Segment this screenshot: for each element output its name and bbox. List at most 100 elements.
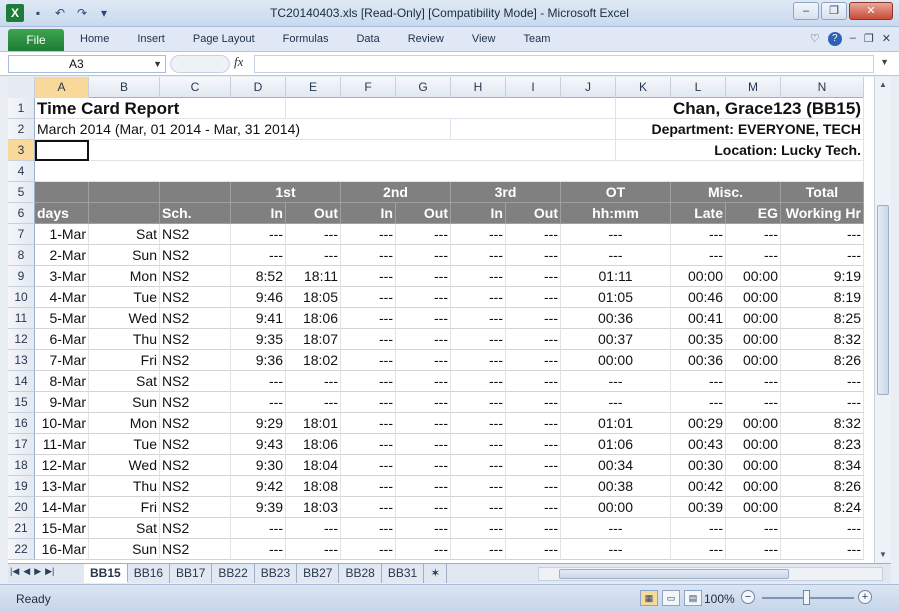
cell-eg[interactable]: --- xyxy=(726,245,781,266)
cell-in3[interactable]: --- xyxy=(451,434,506,455)
prev-sheet-icon[interactable]: ◀ xyxy=(23,566,30,577)
cell-date[interactable]: 16-Mar xyxy=(35,539,89,560)
cell-sch[interactable]: NS2 xyxy=(160,539,231,560)
cell-in3[interactable]: --- xyxy=(451,497,506,518)
column-header-m[interactable]: M xyxy=(726,77,781,98)
row-header[interactable]: 5 xyxy=(8,182,35,203)
cell-late[interactable]: --- xyxy=(671,539,726,560)
restore-button[interactable]: ❐ xyxy=(821,2,847,20)
row-header[interactable]: 18 xyxy=(8,455,35,476)
cell-sch[interactable]: NS2 xyxy=(160,455,231,476)
header-working-hr[interactable]: Working Hr xyxy=(781,203,864,224)
header-hhmm[interactable]: hh:mm xyxy=(561,203,671,224)
cell-late[interactable]: --- xyxy=(671,224,726,245)
chevron-down-icon[interactable]: ▼ xyxy=(153,56,162,72)
cell-out3[interactable]: --- xyxy=(506,266,561,287)
cell-out3[interactable]: --- xyxy=(506,371,561,392)
cell-ot[interactable]: --- xyxy=(561,539,671,560)
header-eg[interactable]: EG xyxy=(726,203,781,224)
cell-sch[interactable]: NS2 xyxy=(160,329,231,350)
cell-out1[interactable]: --- xyxy=(286,371,341,392)
row-header[interactable]: 22 xyxy=(8,539,35,560)
cell-out2[interactable]: --- xyxy=(396,287,451,308)
cell-late[interactable]: 00:29 xyxy=(671,413,726,434)
expand-formula-bar-icon[interactable]: ▼ xyxy=(880,57,889,67)
zoom-out-icon[interactable]: − xyxy=(741,590,755,604)
cell-day[interactable]: Wed xyxy=(89,455,160,476)
row-header[interactable]: 20 xyxy=(8,497,35,518)
cell-in1[interactable]: --- xyxy=(231,539,286,560)
cell-total[interactable]: 8:19 xyxy=(781,287,864,308)
cell-out3[interactable]: --- xyxy=(506,413,561,434)
cell-in2[interactable]: --- xyxy=(341,434,396,455)
cell-date[interactable]: 11-Mar xyxy=(35,434,89,455)
cell-total[interactable]: --- xyxy=(781,518,864,539)
row-header[interactable]: 4 xyxy=(8,161,35,182)
cell-late[interactable]: --- xyxy=(671,518,726,539)
cell-out2[interactable]: --- xyxy=(396,371,451,392)
cell-eg[interactable]: --- xyxy=(726,392,781,413)
column-header-d[interactable]: D xyxy=(231,77,286,98)
row-header[interactable]: 13 xyxy=(8,350,35,371)
cell-out1[interactable]: 18:06 xyxy=(286,434,341,455)
cell-ot[interactable]: --- xyxy=(561,224,671,245)
row-header[interactable]: 2 xyxy=(8,119,35,140)
header-out-1[interactable]: Out xyxy=(286,203,341,224)
cell-day[interactable]: Mon xyxy=(89,266,160,287)
sheet-tab[interactable]: BB22 xyxy=(212,564,255,583)
cell-eg[interactable]: --- xyxy=(726,518,781,539)
cell[interactable] xyxy=(286,98,616,119)
cell-eg[interactable]: 00:00 xyxy=(726,497,781,518)
column-header-k[interactable]: K xyxy=(616,77,671,98)
cell-sch[interactable]: NS2 xyxy=(160,308,231,329)
cell-in2[interactable]: --- xyxy=(341,497,396,518)
cell-ot[interactable]: --- xyxy=(561,392,671,413)
cell-eg[interactable]: --- xyxy=(726,539,781,560)
cell-date[interactable]: 2-Mar xyxy=(35,245,89,266)
cell-day[interactable]: Sat xyxy=(89,371,160,392)
row-header[interactable]: 6 xyxy=(8,203,35,224)
scroll-up-icon[interactable]: ▲ xyxy=(875,77,891,93)
page-layout-view-icon[interactable]: ▭ xyxy=(662,590,680,606)
cell-eg[interactable]: 00:00 xyxy=(726,455,781,476)
cell-day[interactable]: Sun xyxy=(89,392,160,413)
column-header-e[interactable]: E xyxy=(286,77,341,98)
cell-out2[interactable]: --- xyxy=(396,518,451,539)
cell-late[interactable]: --- xyxy=(671,371,726,392)
sheet-tab[interactable]: BB23 xyxy=(255,564,298,583)
cell-out3[interactable]: --- xyxy=(506,539,561,560)
cell-ot[interactable]: 00:00 xyxy=(561,350,671,371)
header-first[interactable]: 1st xyxy=(231,182,341,203)
cell-out3[interactable]: --- xyxy=(506,434,561,455)
cell-out2[interactable]: --- xyxy=(396,539,451,560)
tab-page-layout[interactable]: Page Layout xyxy=(193,33,255,45)
cell-late[interactable]: 00:30 xyxy=(671,455,726,476)
zoom-slider-thumb[interactable] xyxy=(803,590,810,605)
row-header[interactable]: 3 xyxy=(8,140,35,161)
department-label[interactable]: Department: EVERYONE, TECH xyxy=(616,119,864,140)
cell-out1[interactable]: 18:08 xyxy=(286,476,341,497)
file-tab[interactable]: File xyxy=(8,29,64,51)
cell-late[interactable]: --- xyxy=(671,245,726,266)
cell[interactable] xyxy=(89,140,616,161)
cell-in1[interactable]: --- xyxy=(231,392,286,413)
sheet-tab[interactable]: BB17 xyxy=(170,564,213,583)
insert-sheet-icon[interactable]: ✶ xyxy=(424,564,448,583)
cell[interactable] xyxy=(89,203,160,224)
cell-in1[interactable]: 9:41 xyxy=(231,308,286,329)
cell-total[interactable]: 8:25 xyxy=(781,308,864,329)
last-sheet-icon[interactable]: ▶| xyxy=(45,566,54,577)
header-sch[interactable]: Sch. xyxy=(160,203,231,224)
cell-in1[interactable]: 9:35 xyxy=(231,329,286,350)
row-header[interactable]: 9 xyxy=(8,266,35,287)
row-header[interactable]: 10 xyxy=(8,287,35,308)
cell-in3[interactable]: --- xyxy=(451,245,506,266)
report-period[interactable]: March 2014 (Mar, 01 2014 - Mar, 31 2014) xyxy=(35,119,451,140)
cell[interactable] xyxy=(160,182,231,203)
cell-in2[interactable]: --- xyxy=(341,392,396,413)
cell-out2[interactable]: --- xyxy=(396,497,451,518)
cell-eg[interactable]: 00:00 xyxy=(726,476,781,497)
cell-day[interactable]: Fri xyxy=(89,350,160,371)
report-title[interactable]: Time Card Report xyxy=(35,98,286,119)
cell-eg[interactable]: 00:00 xyxy=(726,350,781,371)
